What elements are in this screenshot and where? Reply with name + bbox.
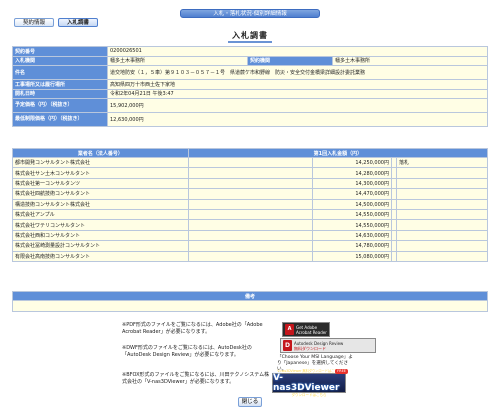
- contract-agency-label: 契約機関: [247, 55, 333, 66]
- bidder-name: 構造技術コンサルタント株式会社: [12, 198, 189, 210]
- bid-result: [396, 198, 488, 210]
- bid-result: [396, 250, 488, 262]
- adobe-pdf-icon: A: [285, 324, 294, 335]
- table-row: 株式会社ワテリコンサルタント 14,550,000円: [12, 219, 488, 231]
- table-row: 構造技術コンサルタント株式会社 14,500,000円: [12, 198, 488, 210]
- dwf-note: ※DWF形式のファイルをご覧になるには、AutoDesk社の「AutoDesk …: [122, 345, 252, 358]
- table-row: 有限会社高南技術コンサルタント 15,080,000円: [12, 250, 488, 262]
- bidder-name: 株式会社サン土木コンサルタント: [12, 167, 189, 179]
- bfox-note: ※BFOX形式のファイルをご覧になるには、川田テクノシステム株式会社の「V-na…: [122, 372, 270, 385]
- bid-amount: 14,280,000円: [312, 167, 392, 179]
- vnas-logo-text: V-nas3DViewer: [273, 373, 340, 393]
- table-row: 都市開発コンサルタント株式会社 14,250,000円 落札: [12, 156, 488, 169]
- bid-amount: 14,550,000円: [312, 219, 392, 231]
- table-row: 株式会社サン土木コンサルタント 14,280,000円: [12, 167, 488, 179]
- autodesk-design-review-download-link[interactable]: D Autodesk Design Review 無料ダウンロード: [280, 338, 376, 353]
- remarks-value: [12, 300, 488, 312]
- open-date-label: 開札日時: [12, 88, 108, 99]
- page-title: 入札調書: [0, 30, 500, 43]
- bidder-name: 都市開発コンサルタント株式会社: [12, 156, 189, 169]
- remarks-header: 備考: [12, 291, 488, 301]
- contract-agency-value: 幡多土木事務所: [332, 55, 488, 66]
- autodesk-icon: D: [283, 340, 292, 351]
- bid-amount: 14,250,000円: [312, 156, 392, 169]
- table-row: 株式会社西和コンサルタント 14,630,000円: [12, 229, 488, 242]
- bid-result: [396, 219, 488, 231]
- bid-amount: 14,780,000円: [312, 240, 392, 252]
- location-label: 工事場所又は履行場所: [12, 79, 108, 90]
- table-row: 株式会社第一コンサルタンツ 14,300,000円: [12, 177, 488, 190]
- bidder-name: 株式会社ワテリコンサルタント: [12, 219, 189, 231]
- bid-amount: 14,300,000円: [312, 177, 392, 190]
- min-price-value: 12,630,000円: [107, 112, 488, 127]
- planned-price-label: 予定価格（円）（税抜き）: [12, 98, 108, 113]
- project-value: 道交地防安（１，５車）第９１０３－０５７－１号 県道蕨ケ市和野線 防災・安全交付…: [107, 65, 488, 80]
- bid-amount-header: 第1回入札金額（円）: [187, 148, 489, 158]
- tab-bar: 契約情報 入札調書: [14, 18, 98, 27]
- free-badge: FREE: [335, 369, 348, 374]
- pdf-note: ※PDF形式のファイルをご覧になるには、Adobe社の「Adobe Acroba…: [122, 322, 263, 335]
- bid-result: 落札: [396, 156, 488, 169]
- page-banner: 入札・落札状況-個別詳細情報: [180, 9, 320, 18]
- agency-label: 入札機関: [12, 55, 108, 66]
- vnas-viewer-download-link[interactable]: FREE V-nas3DViewer 無料ダウンロードはこちら V-nas3DV…: [272, 369, 348, 397]
- remarks-table: 備考: [12, 291, 488, 312]
- bid-result: [396, 240, 488, 252]
- bid-result: [396, 208, 488, 221]
- bid-amount: 14,630,000円: [312, 229, 392, 242]
- contract-no-label: 契約番号: [12, 46, 108, 57]
- bidder-name: 株式会社アンプル: [12, 208, 189, 221]
- vnas-sub-text: ダウンロードはこちら: [291, 393, 327, 397]
- table-row: 株式会社四航技術コンサルタント 14,470,000円: [12, 188, 488, 200]
- min-price-label: 最低制限価格（円）（税抜き）: [12, 112, 108, 127]
- bidder-name-header: 業者名（法人番号）: [12, 148, 189, 158]
- table-row: 株式会社冨崎測量設計コンサルタント 14,780,000円: [12, 240, 488, 252]
- bidder-name: 株式会社第一コンサルタンツ: [12, 177, 189, 190]
- bidder-name: 有限会社高南技術コンサルタント: [12, 250, 189, 262]
- bidder-name: 株式会社西和コンサルタント: [12, 229, 189, 242]
- bid-result: [396, 167, 488, 179]
- bid-result: [396, 229, 488, 242]
- bid-result: [396, 177, 488, 190]
- bidder-name: 株式会社冨崎測量設計コンサルタント: [12, 240, 189, 252]
- bid-result: [396, 188, 488, 200]
- contract-info-table: 契約番号 0200026501 入札機関 幡多土木事務所 契約機関 幡多土木事務…: [12, 46, 488, 127]
- table-row: 株式会社アンプル 14,550,000円: [12, 208, 488, 221]
- tab-contract-info[interactable]: 契約情報: [14, 18, 54, 27]
- bid-amount: 15,080,000円: [312, 250, 392, 262]
- bid-amount: 14,500,000円: [312, 198, 392, 210]
- bid-amount: 14,550,000円: [312, 208, 392, 221]
- project-label: 件名: [12, 65, 108, 80]
- adobe-reader-download-link[interactable]: A Get Adobe Acrobat Reader: [282, 322, 330, 337]
- close-button[interactable]: 閉じる: [238, 397, 262, 407]
- tab-bid-record[interactable]: 入札調書: [58, 18, 98, 27]
- bid-amount: 14,470,000円: [312, 188, 392, 200]
- agency-value: 幡多土木事務所: [107, 55, 248, 66]
- open-date-value: 令和2年04月21日 午後3:47: [107, 88, 488, 99]
- bidder-name: 株式会社四航技術コンサルタント: [12, 188, 189, 200]
- location-value: 高知県四万十市西土佐下家地: [107, 79, 488, 90]
- bid-results-table: 業者名（法人番号） 第1回入札金額（円） 都市開発コンサルタント株式会社 14,…: [12, 148, 489, 262]
- contract-no-value: 0200026501: [107, 46, 488, 57]
- planned-price-value: 15,902,000円: [107, 98, 488, 113]
